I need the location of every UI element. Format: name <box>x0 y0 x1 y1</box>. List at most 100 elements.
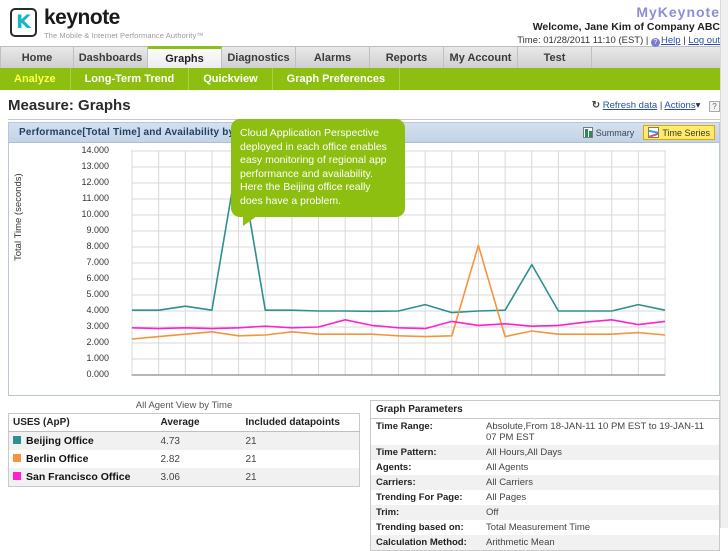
agent-col-datapoints: Included datapoints <box>241 413 360 432</box>
table-row[interactable]: San Francisco Office 3.06 21 <box>8 468 360 487</box>
help-icon[interactable]: ? <box>651 38 660 47</box>
callout-tail <box>243 216 257 226</box>
agent-name-label: San Francisco Office <box>26 471 131 483</box>
parameter-value: Off <box>481 505 719 520</box>
agent-datapoints-cell: 21 <box>241 468 360 487</box>
logout-link[interactable]: Log out <box>688 35 720 46</box>
nav-item-home[interactable]: Home <box>0 47 74 68</box>
agent-datapoints-cell: 21 <box>245 453 257 465</box>
agent-name-cell: Beijing Office <box>8 431 157 450</box>
nav-item-test[interactable]: Test <box>518 47 592 68</box>
parameter-key: Calculation Method: <box>371 535 481 550</box>
agent-average-cell: 3.06 <box>156 468 242 487</box>
nav-item-alarms[interactable]: Alarms <box>296 47 370 68</box>
parameter-row: Time Pattern: All Hours,All Days <box>371 445 719 460</box>
parameter-row: Trending For Page: All Pages <box>371 490 719 505</box>
table-row[interactable]: Berlin Office 2.82 21 <box>9 450 360 468</box>
nav-item-diagnostics[interactable]: Diagnostics <box>222 47 296 68</box>
nav-item-dashboards[interactable]: Dashboards <box>74 47 148 68</box>
graph-parameters-panel: Graph Parameters Time Range: Absolute,Fro… <box>370 400 720 551</box>
parameter-value: All Agents <box>486 462 529 473</box>
agent-table-body: Beijing Office 4.73 21 Berlin Office 2.82 21 S… <box>8 431 360 487</box>
nav-item-graphs[interactable]: Graphs <box>148 46 222 68</box>
agent-name-cell: Berlin Office <box>9 450 157 468</box>
series-color-swatch <box>13 454 21 462</box>
parameter-row: Calculation Method: Arithmetic Mean <box>371 535 719 550</box>
parameter-key: Time Range: <box>376 421 433 432</box>
page-header: K keynote The Mobile & Internet Performa… <box>0 0 728 47</box>
subnav-item-analyze[interactable]: Analyze <box>0 68 71 90</box>
time-series-icon <box>648 127 660 138</box>
session-meta: Time: 01/28/2011 11:10 (EST) | ? Help | L… <box>517 35 720 47</box>
nav-item-my-account[interactable]: My Account <box>444 47 518 68</box>
page-title-bar: Measure: Graphs ↻ Refresh data | Actions… <box>8 90 720 120</box>
chart-view-toggle: Summary Time Series <box>578 125 715 140</box>
graph-parameters-body: Time Range: Absolute,From 18-JAN-11 10 PM… <box>371 419 719 550</box>
sub-nav: Analyze Long-Term Trend Quickview Graph … <box>0 68 728 90</box>
parameter-value: Arithmetic Mean <box>481 535 719 550</box>
parameter-key: Trim: <box>371 505 481 520</box>
brand-tagline: The Mobile & Internet Performance Author… <box>44 31 204 40</box>
logo-letter: K <box>16 11 31 33</box>
parameter-row: Agents: All Agents <box>371 460 719 475</box>
summary-icon <box>582 127 593 138</box>
account-info: MyKeynote Welcome, Jane Kim of Company A… <box>517 4 720 47</box>
parameter-key: Trending For Page: <box>376 492 463 503</box>
subnav-item-quickview[interactable]: Quickview <box>189 68 273 90</box>
agent-col-uses: USES (ApP) <box>8 413 157 432</box>
brand-logo[interactable]: K keynote The Mobile & Internet Performa… <box>10 6 204 40</box>
subnav-item-graph-preferences[interactable]: Graph Preferences <box>273 68 401 90</box>
help-link[interactable]: Help <box>661 35 681 46</box>
callout-text: Cloud Application Perspective deployed i… <box>240 127 387 207</box>
parameter-value: All Carriers <box>481 475 719 490</box>
brand-name: keynote <box>44 6 120 29</box>
lower-section: All Agent View by Time USES (ApP) Averag… <box>8 400 720 551</box>
keynote-logo-icon: K <box>10 8 37 37</box>
actions-menu[interactable]: Actions <box>664 100 695 111</box>
welcome-text: Welcome, Jane Kim of Company ABC <box>532 21 720 33</box>
agent-name-label: Beijing Office <box>26 435 94 447</box>
meta-sep-1: | <box>645 35 649 46</box>
graph-parameters-table: Time Range: Absolute,From 18-JAN-11 10 PM… <box>371 419 719 550</box>
nav-item-reports[interactable]: Reports <box>370 47 444 68</box>
agent-name-label: Berlin Office <box>26 453 89 465</box>
meta-sep-2: | <box>683 35 686 46</box>
refresh-icon[interactable]: ↻ <box>592 100 600 111</box>
series-color-swatch <box>13 436 21 444</box>
server-time: Time: 01/28/2011 11:10 (EST) <box>517 35 644 46</box>
time-series-view-button[interactable]: Time Series <box>643 125 715 140</box>
annotation-callout: Cloud Application Perspective deployed i… <box>231 119 405 226</box>
parameter-value: All Hours,All Days <box>481 445 719 460</box>
parameter-row: Carriers: All Carriers <box>371 475 719 490</box>
refresh-data-link[interactable]: Refresh data <box>603 100 657 111</box>
tools-sep: | <box>659 100 663 111</box>
product-name: MyKeynote <box>636 4 720 20</box>
agent-name-cell: San Francisco Office <box>8 468 157 487</box>
page-scrollbar[interactable] <box>720 0 728 528</box>
table-row[interactable]: Beijing Office 4.73 21 <box>8 431 360 450</box>
main-nav: Home Dashboards Graphs Diagnostics Alarm… <box>0 46 728 68</box>
chevron-down-icon[interactable]: ▾ <box>696 100 701 111</box>
time-series-label: Time Series <box>662 127 710 138</box>
page-title: Measure: Graphs <box>8 97 131 114</box>
subnav-item-long-term-trend[interactable]: Long-Term Trend <box>71 68 190 90</box>
parameter-key: Time Pattern: <box>371 445 481 460</box>
series-color-swatch <box>13 472 21 480</box>
agent-datapoints-cell: 21 <box>241 431 360 450</box>
nav-filler <box>592 47 728 68</box>
help-question-icon[interactable]: ? <box>709 101 720 112</box>
parameter-row: Trim: Off <box>371 505 719 520</box>
agent-summary-panel: All Agent View by Time USES (ApP) Averag… <box>8 400 360 551</box>
parameter-row: Time Range: Absolute,From 18-JAN-11 10 PM… <box>371 419 719 445</box>
chart-panel-title: Performance[Total Time] and Availability… <box>19 127 267 138</box>
agent-table: USES (ApP) Average Included datapoints B… <box>8 413 360 487</box>
agent-table-header-row: USES (ApP) Average Included datapoints <box>8 413 360 432</box>
parameter-key: Carriers: <box>371 475 481 490</box>
parameter-value: All Pages <box>486 492 527 503</box>
agent-average-cell: 2.82 <box>160 453 180 465</box>
parameter-value: Absolute,From 18-JAN-11 10 PM EST to 19-… <box>486 421 705 443</box>
agent-col-average: Average <box>156 413 242 432</box>
page-tools: ↻ Refresh data | Actions▾ ? <box>592 100 720 112</box>
summary-view-button[interactable]: Summary <box>578 125 640 140</box>
graph-parameters-title: Graph Parameters <box>371 401 719 419</box>
